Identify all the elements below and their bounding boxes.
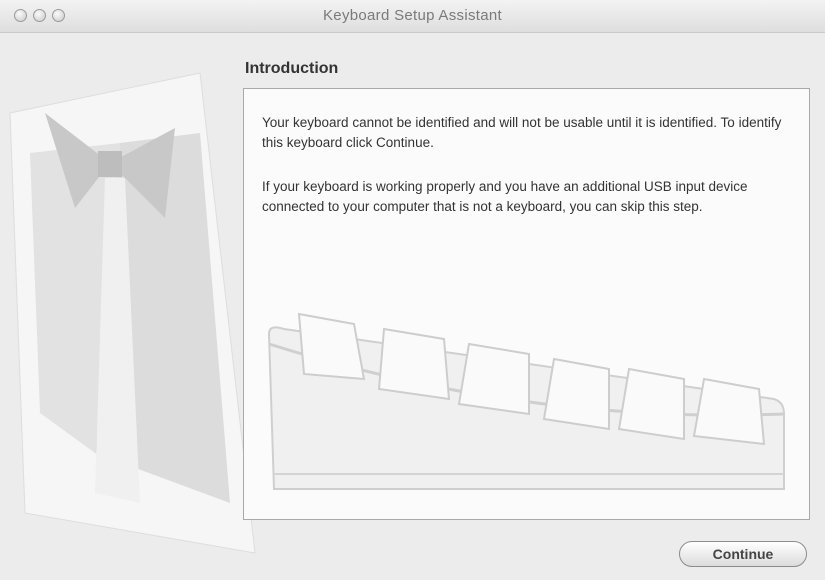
tuxedo-illustration xyxy=(9,72,256,554)
intro-paragraph: Your keyboard cannot be identified and w… xyxy=(262,115,782,150)
keyboard-illustration xyxy=(267,312,785,490)
usb-paragraph: If your keyboard is working properly and… xyxy=(262,179,748,214)
page-heading: Introduction xyxy=(245,60,339,77)
content-panel: Your keyboard cannot be identified and w… xyxy=(243,88,810,520)
continue-button[interactable]: Continue xyxy=(679,541,807,567)
title-bar[interactable]: Keyboard Setup Assistant xyxy=(0,0,825,33)
window-title: Keyboard Setup Assistant xyxy=(323,7,502,24)
keyboard-setup-window: Keyboard Setup Assistant Introduction Yo… xyxy=(0,0,825,580)
